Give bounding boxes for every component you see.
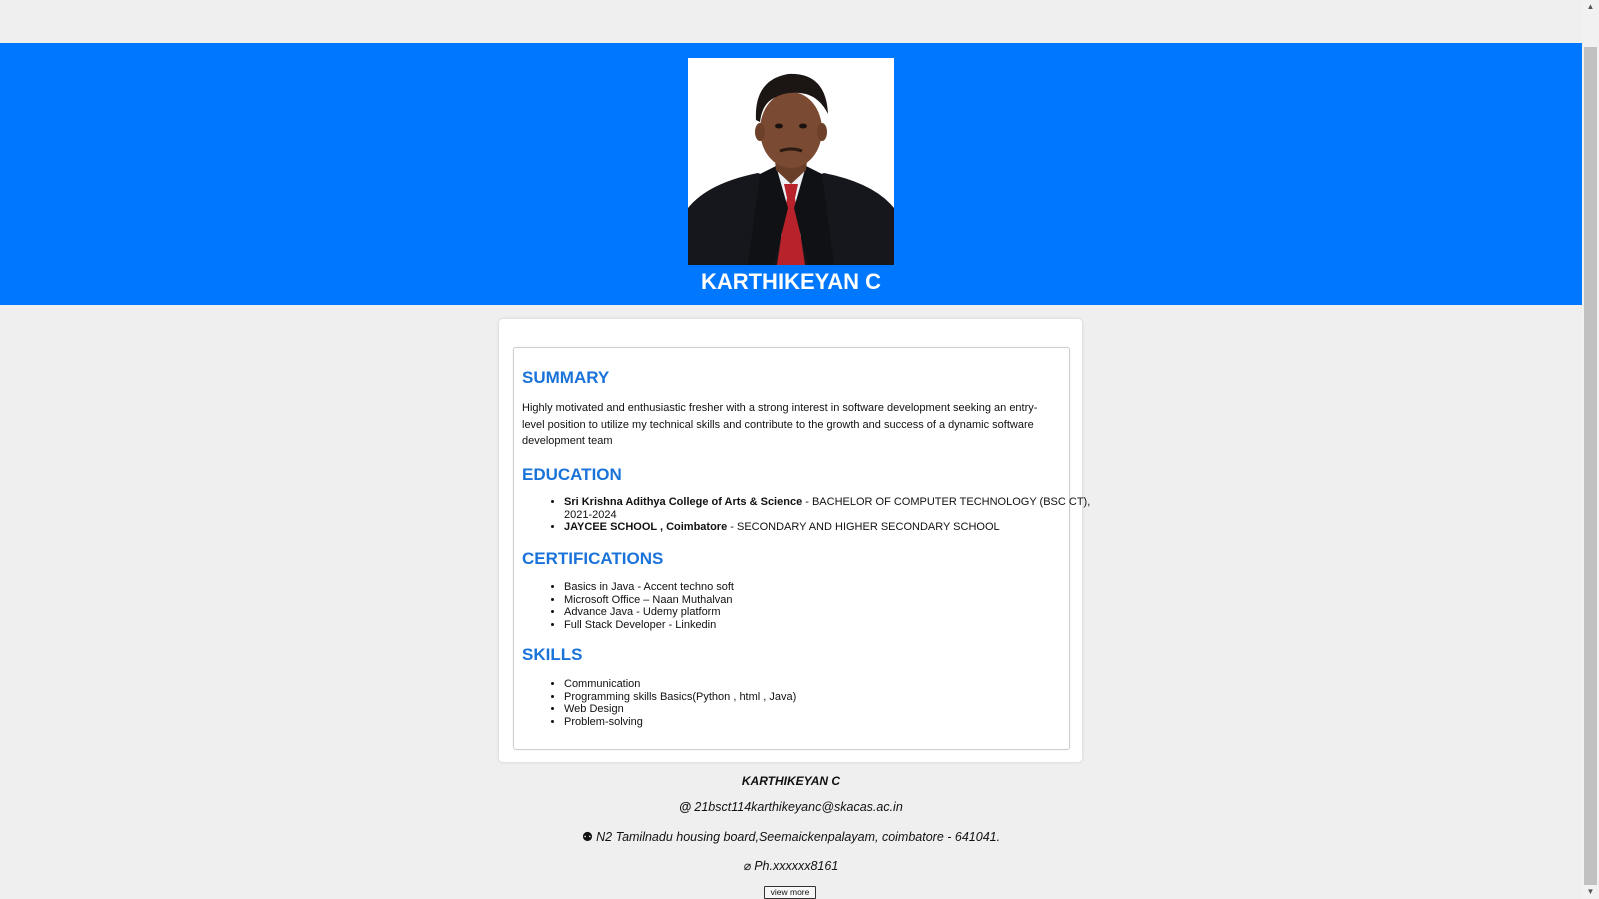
header-name: KARTHIKEYAN C <box>700 269 882 294</box>
scroll-down-arrow-icon[interactable]: ▼ <box>1582 885 1599 899</box>
footer-address-text: N2 Tamilnadu housing board,Seemaickenpal… <box>596 830 1001 844</box>
footer-address: ⚉ N2 Tamilnadu housing board,Seemaickenpa… <box>0 829 1582 844</box>
footer-phone: ⌀ Ph.xxxxxx8161 <box>0 858 1582 873</box>
view-more-button[interactable]: view more <box>764 886 816 899</box>
education-item: Sri Krishna Adithya College of Arts & Sc… <box>564 496 1094 521</box>
summary-text: Highly motivated and enthusiastic freshe… <box>522 402 1038 447</box>
profile-photo-image <box>688 58 894 265</box>
certification-item: Basics in Java - Accent techno soft <box>564 581 1094 594</box>
skill-item: Communication <box>564 678 1094 691</box>
scroll-up-arrow-icon[interactable]: ▲ <box>1582 0 1599 14</box>
scrollbar-thumb[interactable] <box>1584 47 1597 885</box>
footer-email: @21bsct114karthikeyanc@skacas.ac.in <box>0 800 1582 814</box>
certification-item: Microsoft Office – Naan Muthalvan <box>564 594 1094 607</box>
vertical-scrollbar[interactable]: ▲ ▼ <box>1582 0 1599 899</box>
certification-item: Advance Java - Udemy platform <box>564 606 1094 619</box>
education-institution: JAYCEE SCHOOL , Coimbatore <box>564 521 728 533</box>
education-institution: Sri Krishna Adithya College of Arts & Sc… <box>564 496 803 508</box>
header-banner: KARTHIKEYAN C <box>0 43 1582 305</box>
footer-name: KARTHIKEYAN C <box>741 774 841 788</box>
resume-content: SUMMARY Highly motivated and enthusiasti… <box>513 347 1090 750</box>
education-heading: EDUCATION <box>522 465 622 484</box>
skills-list: Communication Programming skills Basics(… <box>522 678 1094 728</box>
top-bar <box>0 0 1582 43</box>
education-list: Sri Krishna Adithya College of Arts & Sc… <box>522 496 1094 534</box>
skill-item: Programming skills Basics(Python , html … <box>564 691 1094 704</box>
profile-photo <box>688 58 894 265</box>
summary-heading: SUMMARY <box>522 368 610 387</box>
location-pin-icon: ⚉ <box>581 830 594 844</box>
skills-heading: SKILLS <box>522 645 583 664</box>
skill-item: Problem-solving <box>564 716 1094 729</box>
resume-card: SUMMARY Highly motivated and enthusiasti… <box>499 319 1090 762</box>
resume-page: KARTHIKEYAN C SUMMARY Highly motivated a… <box>0 0 1582 899</box>
footer-phone-text: Ph.xxxxxx8161 <box>754 859 839 873</box>
phone-icon: ⌀ <box>743 859 752 873</box>
certification-item: Full Stack Developer - Linkedin <box>564 619 1094 632</box>
education-detail: - SECONDARY AND HIGHER SECONDARY SCHOOL <box>727 521 1000 533</box>
certifications-heading: CERTIFICATIONS <box>522 549 664 568</box>
certifications-list: Basics in Java - Accent techno soft Micr… <box>522 581 1094 631</box>
skill-item: Web Design <box>564 703 1094 716</box>
footer-email-text: 21bsct114karthikeyanc@skacas.ac.in <box>694 800 903 814</box>
email-icon: @ <box>679 800 692 814</box>
education-item: JAYCEE SCHOOL , Coimbatore - SECONDARY A… <box>564 521 1094 534</box>
